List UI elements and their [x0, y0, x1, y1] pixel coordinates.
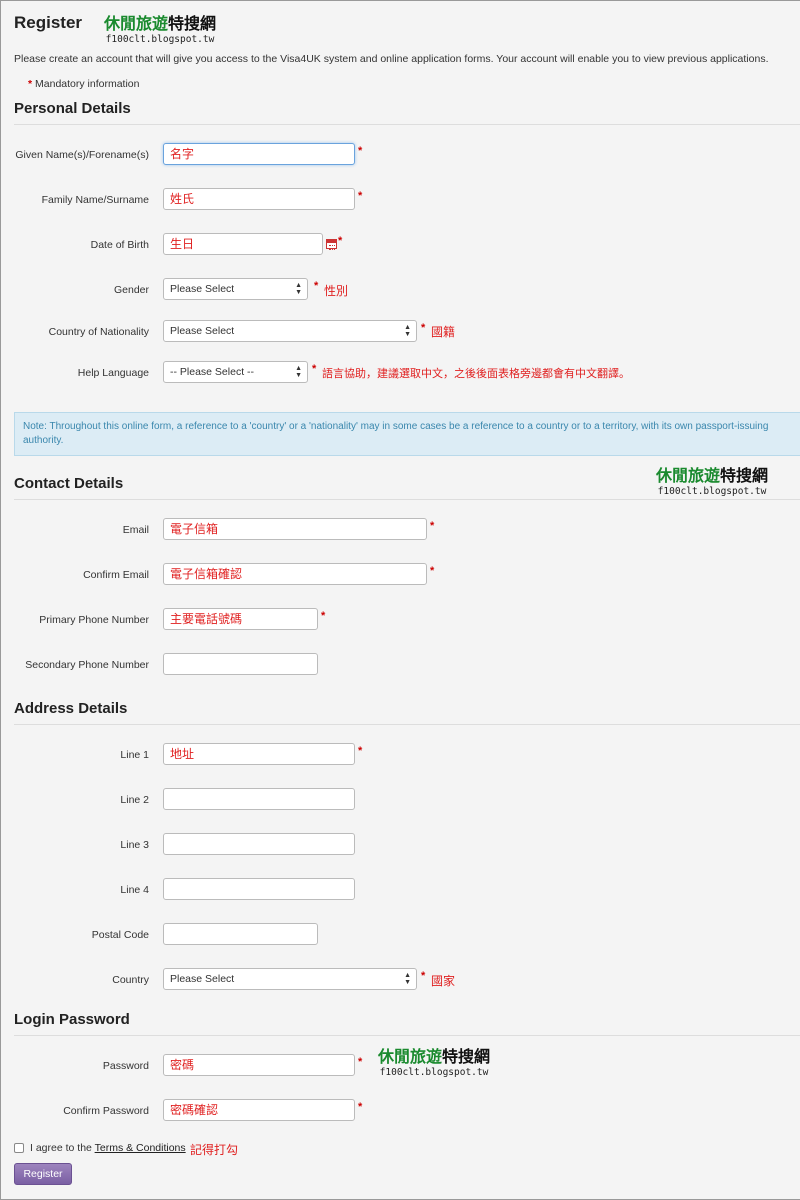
personal-details-heading: Personal Details — [14, 100, 131, 117]
required-marker: * — [358, 1101, 363, 1113]
required-marker: * — [338, 235, 343, 247]
dob-label: Date of Birth — [90, 239, 149, 251]
divider — [14, 724, 800, 725]
given-name-label: Given Name(s)/Forename(s) — [15, 149, 149, 161]
calendar-icon[interactable] — [326, 239, 337, 250]
divider — [14, 124, 800, 125]
nationality-select-value: Please Select — [170, 325, 235, 337]
secondary-phone-input[interactable] — [163, 653, 318, 675]
terms-link[interactable]: Terms & Conditions — [95, 1142, 186, 1154]
watermark-green-text: 休閒旅遊 — [104, 14, 169, 33]
watermark-green-text: 休閒旅遊 — [656, 466, 721, 485]
email-label: Email — [122, 524, 149, 536]
agree-prefix: I agree to the — [30, 1142, 95, 1154]
watermark-url: f100clt.blogspot.tw — [105, 34, 215, 45]
contact-details-heading: Contact Details — [14, 475, 124, 492]
country-annotation: 國家 — [431, 974, 456, 988]
mandatory-star: * — [28, 78, 33, 90]
select-arrows-icon: ▲ ▼ — [404, 324, 411, 338]
required-marker: * — [321, 610, 326, 622]
watermark-url: f100clt.blogspot.tw — [379, 1067, 489, 1078]
gender-annotation: 性別 — [324, 284, 349, 298]
required-marker: * — [358, 190, 363, 202]
required-marker: * — [358, 745, 363, 757]
select-arrows-icon: ▲ ▼ — [295, 365, 302, 379]
family-name-label: Family Name/Surname — [41, 194, 149, 206]
postal-code-input[interactable] — [163, 923, 318, 945]
family-name-input[interactable]: 姓氏 — [163, 188, 355, 210]
dob-input[interactable]: 生日 — [163, 233, 323, 255]
required-marker: * — [421, 970, 426, 982]
secondary-phone-label: Secondary Phone Number — [25, 659, 149, 671]
required-marker: * — [314, 280, 319, 292]
country-label: Country — [112, 974, 149, 986]
primary-phone-label: Primary Phone Number — [39, 614, 149, 626]
select-arrows-icon: ▲ ▼ — [295, 282, 302, 296]
select-arrows-icon: ▲ ▼ — [404, 972, 411, 986]
confirm-password-label: Confirm Password — [63, 1105, 149, 1117]
gender-select-value: Please Select — [170, 283, 235, 295]
confirm-email-label: Confirm Email — [83, 569, 149, 581]
required-marker: * — [421, 322, 426, 334]
mandatory-legend: * Mandatory information — [28, 78, 139, 90]
intro-text: Please create an account that will give … — [14, 53, 769, 65]
agree-checkbox[interactable] — [14, 1143, 24, 1153]
required-marker: * — [430, 520, 435, 532]
agree-annotation: 記得打勾 — [190, 1143, 239, 1157]
required-marker: * — [358, 145, 363, 157]
watermark-logo: 休閒旅遊特搜網 f100clt.blogspot.tw — [378, 1043, 490, 1078]
country-select-value: Please Select — [170, 973, 235, 985]
address-details-heading: Address Details — [14, 700, 128, 717]
required-marker: * — [430, 565, 435, 577]
address-line4-label: Line 4 — [120, 884, 149, 896]
watermark-logo: 休閒旅遊特搜網 f100clt.blogspot.tw — [104, 10, 216, 45]
watermark-url: f100clt.blogspot.tw — [657, 486, 767, 497]
given-name-input[interactable]: 名字 — [163, 143, 355, 165]
required-marker: * — [312, 363, 317, 375]
register-button[interactable]: Register — [14, 1163, 72, 1185]
help-language-label: Help Language — [77, 367, 149, 379]
country-select[interactable]: Please Select ▲ ▼ — [163, 968, 417, 990]
address-line3-input[interactable] — [163, 833, 355, 855]
address-line2-label: Line 2 — [120, 794, 149, 806]
divider — [14, 499, 800, 500]
primary-phone-input[interactable]: 主要電話號碼 — [163, 608, 318, 630]
page-title: Register — [14, 13, 83, 32]
address-line3-label: Line 3 — [120, 839, 149, 851]
agree-text: I agree to the Terms & Conditions — [30, 1142, 186, 1154]
divider — [14, 1035, 800, 1036]
watermark-logo: 休閒旅遊特搜網 f100clt.blogspot.tw — [656, 462, 768, 497]
address-line1-input[interactable]: 地址 — [163, 743, 355, 765]
info-note: Note: Throughout this online form, a ref… — [14, 412, 800, 456]
required-marker: * — [358, 1056, 363, 1068]
confirm-email-input[interactable]: 電子信箱確認 — [163, 563, 427, 585]
help-language-select-value: -- Please Select -- — [170, 366, 255, 378]
help-language-annotation: 語言協助，建議選取中文，之後後面表格旁邊都會有中文翻譯。 — [322, 367, 630, 380]
address-line2-input[interactable] — [163, 788, 355, 810]
address-line4-input[interactable] — [163, 878, 355, 900]
gender-label: Gender — [113, 284, 149, 296]
watermark-black-text: 特搜網 — [168, 14, 217, 33]
watermark-black-text: 特搜網 — [442, 1047, 491, 1066]
address-line1-label: Line 1 — [120, 749, 149, 761]
email-input[interactable]: 電子信箱 — [163, 518, 427, 540]
nationality-annotation: 國籍 — [431, 325, 456, 339]
watermark-black-text: 特搜網 — [720, 466, 769, 485]
confirm-password-input[interactable]: 密碼確認 — [163, 1099, 355, 1121]
login-password-heading: Login Password — [14, 1011, 130, 1028]
password-input[interactable]: 密碼 — [163, 1054, 355, 1076]
help-language-select[interactable]: -- Please Select -- ▲ ▼ — [163, 361, 308, 383]
postal-code-label: Postal Code — [91, 929, 149, 941]
gender-select[interactable]: Please Select ▲ ▼ — [163, 278, 308, 300]
mandatory-text: Mandatory information — [35, 78, 140, 90]
password-label: Password — [102, 1060, 149, 1072]
watermark-green-text: 休閒旅遊 — [378, 1047, 443, 1066]
nationality-select[interactable]: Please Select ▲ ▼ — [163, 320, 417, 342]
nationality-label: Country of Nationality — [48, 326, 149, 338]
